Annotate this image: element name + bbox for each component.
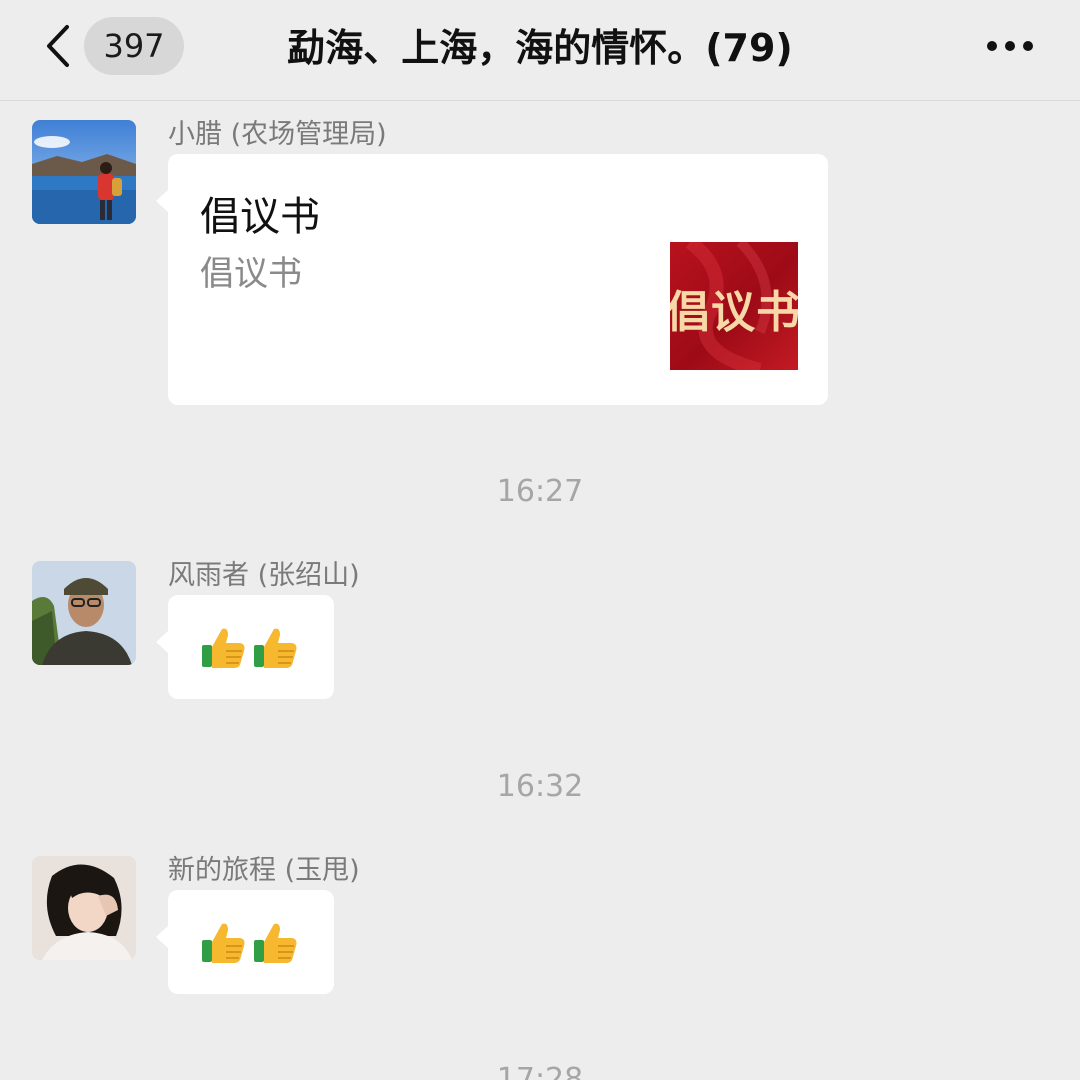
chat-header: 397 勐海、上海，海的情怀。(79) xyxy=(0,0,1080,101)
avatar[interactable] xyxy=(32,120,136,224)
sender-name: 新的旅程 (玉甩) xyxy=(168,855,360,886)
avatar-image-man xyxy=(32,561,136,665)
timestamp: 17:28 xyxy=(496,1062,584,1080)
back-button[interactable] xyxy=(38,22,78,70)
chat-title: 勐海、上海，海的情怀。(79) xyxy=(287,26,793,70)
link-card-bubble[interactable]: 倡议书 倡议书 倡议书 xyxy=(156,154,828,405)
more-button[interactable] xyxy=(982,28,1038,64)
emoji-row xyxy=(200,623,300,671)
sender-name: 风雨者 (张绍山) xyxy=(168,560,360,591)
chevron-left-icon xyxy=(47,25,69,67)
emoji-bubble[interactable] xyxy=(156,890,334,994)
card-thumbnail: 倡议书 xyxy=(670,242,798,370)
avatar-image-lake xyxy=(32,120,136,224)
timestamp: 16:32 xyxy=(496,769,584,804)
thumbs-up-icon xyxy=(202,923,245,963)
thumbs-up-icon xyxy=(254,628,297,668)
avatar[interactable] xyxy=(32,561,136,665)
chat-screen: 397 勐海、上海，海的情怀。(79) 小腊 (农场管理局) 倡议书 倡议书 倡… xyxy=(0,0,1080,1080)
unread-count-badge[interactable]: 397 xyxy=(84,17,184,75)
avatar-image-woman xyxy=(32,856,136,960)
avatar[interactable] xyxy=(32,856,136,960)
more-dots-icon xyxy=(987,41,1033,51)
sender-name: 小腊 (农场管理局) xyxy=(168,119,387,150)
thumbnail-text: 倡议书 xyxy=(670,287,798,338)
thumbs-up-icon xyxy=(254,923,297,963)
thumbs-up-icon xyxy=(202,628,245,668)
timestamp: 16:27 xyxy=(496,474,584,509)
card-description: 倡议书 xyxy=(200,254,302,294)
emoji-bubble[interactable] xyxy=(156,595,334,699)
emoji-row xyxy=(200,918,300,966)
card-title: 倡议书 xyxy=(200,194,320,240)
